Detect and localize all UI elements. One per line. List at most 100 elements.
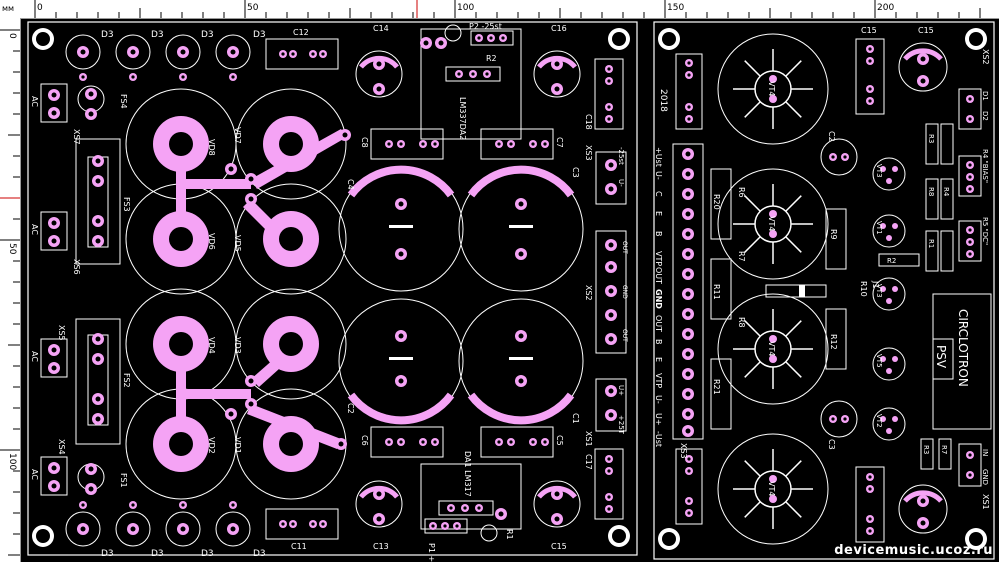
elec-cap-c15: C15	[898, 26, 948, 92]
svg-text:AC: AC	[30, 224, 39, 235]
svg-text:C18: C18	[584, 114, 593, 130]
connector-xs4: AC XS4	[30, 439, 68, 496]
film-cap-c15: C15	[855, 26, 885, 115]
watermark: devicemusic.ucoz.ru	[834, 543, 993, 558]
svg-text:C17: C17	[584, 454, 593, 470]
big-cap-c2: C2	[338, 298, 464, 425]
svg-text:R7: R7	[737, 251, 746, 262]
svg-text:LM337DA2: LM337DA2	[458, 97, 467, 140]
svg-text:C: C	[654, 191, 663, 197]
ruler-y-label: 100	[7, 453, 17, 470]
small-transistor: VT2	[872, 407, 906, 441]
transistor-label: VT2	[875, 414, 883, 428]
svg-text:P1 +12ST: P1 +12ST	[427, 543, 436, 562]
ruler-y-ticks: 0 50 100	[0, 29, 20, 556]
mount-hole	[658, 528, 680, 550]
svg-text:C3: C3	[827, 439, 836, 450]
ruler-top[interactable]: 0 50 100 150 200	[0, 0, 999, 19]
svg-text:D3: D3	[151, 549, 164, 559]
connector-in: IN GND XS1	[958, 443, 990, 510]
svg-text:OUT: OUT	[654, 267, 663, 284]
pin-strip-pads	[682, 148, 694, 437]
svg-text:FS4: FS4	[119, 94, 128, 109]
svg-text:C14: C14	[373, 24, 389, 33]
svg-text:U-: U-	[617, 179, 625, 187]
mount-hole	[608, 28, 630, 50]
right-board: 2018 +Ust U- C E B VTP OUT GND OUT B E V…	[653, 21, 995, 560]
svg-text:R1: R1	[505, 529, 514, 540]
mount-hole	[658, 28, 680, 50]
svg-text:R12: R12	[829, 334, 838, 350]
small-transistor: VT1	[872, 214, 906, 248]
svg-text:VD2: VD2	[207, 437, 216, 454]
svg-text:R4: R4	[942, 187, 950, 197]
svg-text:D3: D3	[253, 549, 266, 559]
svg-text:C6: C6	[360, 435, 369, 446]
connector-xs6: AC XS6	[30, 211, 81, 275]
svg-text:-Ust: -Ust	[654, 431, 663, 447]
small-diodes-bottom: D3 D3 D3 D3	[65, 501, 266, 559]
svg-text:XS4: XS4	[57, 439, 66, 455]
transistor-label: VT4	[767, 341, 776, 356]
elec-cap-c15: C15	[533, 480, 581, 551]
connector-xs7: AC XS7	[30, 83, 81, 145]
jumper-j1: J1	[871, 280, 880, 288]
svg-text:VD4: VD4	[207, 337, 216, 354]
svg-text:XS2: XS2	[981, 49, 990, 65]
right-board-outline	[653, 21, 995, 560]
connector-d1-d2: D1 D2 XS2	[958, 49, 990, 130]
mount-hole	[965, 28, 987, 50]
connector-xs3-left: XS3 -25st U-	[584, 145, 627, 205]
pcb-canvas[interactable]: D3 D3 D3 D3 C12 C14 C16 LM337DA2 P2 -25s…	[21, 19, 999, 566]
cap-c2: C2	[820, 131, 858, 176]
svg-text:-25st: -25st	[617, 147, 625, 165]
svg-text:VTP: VTP	[654, 373, 663, 388]
right-resistors	[878, 123, 954, 470]
ruler-x-label: 100	[457, 3, 474, 13]
ruler-left[interactable]: 0 50 100	[0, 18, 21, 562]
ruler-x-label: 0	[37, 3, 43, 13]
svg-text:C15: C15	[551, 542, 567, 551]
svg-text:C15: C15	[861, 26, 877, 35]
big-cap-c1: C1	[458, 298, 584, 425]
svg-text:R21: R21	[712, 379, 721, 395]
svg-text:VD5: VD5	[233, 235, 242, 252]
diode-band	[799, 285, 805, 297]
svg-text:C12: C12	[293, 28, 309, 37]
power-transistor: VT4	[717, 293, 829, 405]
svg-text:U-: U-	[654, 395, 663, 404]
svg-text:C8: C8	[360, 137, 369, 148]
svg-text:R9: R9	[829, 229, 838, 240]
power-transistor: VT4	[717, 33, 829, 145]
svg-text:D3: D3	[201, 549, 214, 559]
svg-text:C2: C2	[827, 131, 836, 142]
power-transistors: VT4 VT4 VT4 VT4	[717, 33, 829, 545]
svg-text:C16: C16	[551, 24, 567, 33]
ruler-x-label: 50	[247, 3, 259, 13]
svg-text:OUT: OUT	[621, 241, 628, 254]
big-cap-c3: C3	[458, 165, 584, 292]
svg-text:XS3: XS3	[584, 145, 593, 161]
left-board: D3 D3 D3 D3 C12 C14 C16 LM337DA2 P2 -25s…	[27, 21, 638, 566]
film-cap-c17: C17	[584, 448, 624, 520]
ruler-unit-label: мм	[2, 4, 15, 13]
elec-cap-c13: C13	[355, 480, 403, 551]
svg-text:IN: IN	[981, 449, 989, 456]
fuse-fs4: FS4	[77, 85, 128, 120]
year-label: 2018	[658, 89, 668, 112]
svg-text:R10: R10	[859, 281, 868, 297]
transistor-label: VT4	[767, 216, 776, 231]
small-transistor: VT3	[872, 157, 906, 191]
transistor-label: VT4	[767, 81, 776, 96]
svg-text:OUT: OUT	[621, 329, 628, 342]
svg-text:C3: C3	[571, 167, 580, 178]
svg-text:C13: C13	[373, 542, 389, 551]
connector-xs5: AC XS5	[30, 325, 68, 378]
transistor-label: VT1	[875, 221, 883, 235]
svg-text:R7: R7	[940, 445, 948, 454]
svg-text:R4 "BIAS": R4 "BIAS"	[981, 149, 989, 183]
diode-label: D3	[151, 30, 164, 40]
svg-text:R3: R3	[927, 134, 935, 143]
svg-text:P2 -25st: P2 -25st	[469, 22, 502, 31]
svg-text:R5 "DC": R5 "DC"	[981, 217, 989, 245]
